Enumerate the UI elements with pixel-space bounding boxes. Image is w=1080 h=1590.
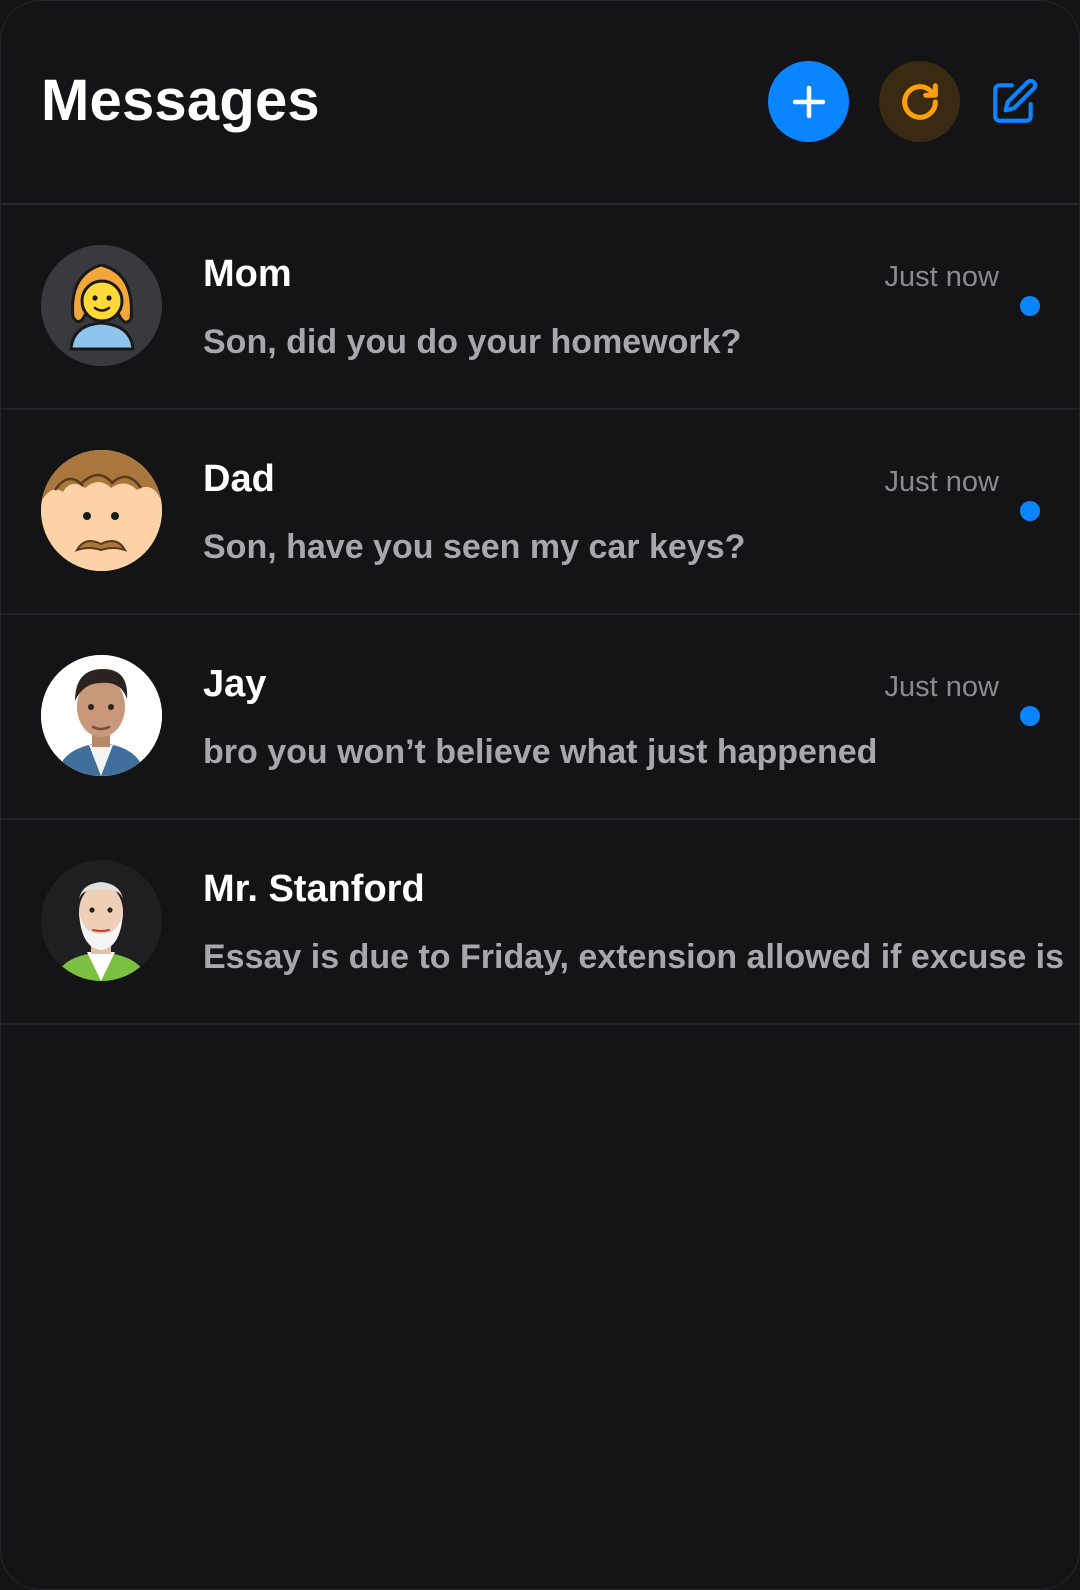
- unread-indicator: [1020, 706, 1040, 726]
- compose-button[interactable]: [987, 75, 1041, 129]
- old-man-avatar-icon: [41, 860, 162, 981]
- messages-screen: Messages Mom Just now Son, did you do yo…: [0, 0, 1080, 1590]
- contact-name: Dad: [203, 458, 275, 500]
- avatar: [41, 860, 162, 981]
- avatar: [41, 655, 162, 776]
- unread-indicator: [1020, 501, 1040, 521]
- message-time: Just now: [884, 671, 999, 703]
- avatar: [41, 450, 162, 571]
- header: Messages: [1, 1, 1079, 205]
- message-preview: bro you won’t believe what just happened: [203, 733, 878, 771]
- page-title: Messages: [41, 68, 320, 133]
- message-time: Just now: [884, 466, 999, 498]
- message-preview: Son, have you seen my car keys?: [203, 528, 746, 566]
- conversation-row[interactable]: Jay Just now bro you won’t believe what …: [1, 615, 1079, 820]
- compose-icon: [993, 78, 1038, 123]
- conversation-row[interactable]: Mom Just now Son, did you do your homewo…: [1, 205, 1079, 410]
- contact-name: Mom: [203, 253, 292, 295]
- message-time: Just now: [884, 261, 999, 293]
- message-preview: Essay is due to Friday, extension allowe…: [203, 938, 1065, 976]
- unread-indicator: [1020, 296, 1040, 316]
- message-preview: Son, did you do your homework?: [203, 323, 742, 361]
- refresh-icon: [901, 82, 938, 120]
- refresh-button[interactable]: [879, 61, 960, 142]
- avatar: [41, 245, 162, 366]
- conversation-row[interactable]: Dad Just now Son, have you seen my car k…: [1, 410, 1079, 615]
- woman-avatar-icon: [41, 245, 162, 366]
- mustache-man-avatar-icon: [41, 450, 162, 571]
- conversation-row[interactable]: Mr. Stanford Essay is due to Friday, ext…: [1, 820, 1079, 1025]
- plus-icon: [792, 85, 825, 118]
- conversation-list: Mom Just now Son, did you do your homewo…: [1, 205, 1079, 1025]
- contact-name: Mr. Stanford: [203, 868, 425, 910]
- add-button[interactable]: [768, 61, 849, 142]
- contact-name: Jay: [203, 663, 267, 705]
- young-man-avatar-icon: [41, 655, 162, 776]
